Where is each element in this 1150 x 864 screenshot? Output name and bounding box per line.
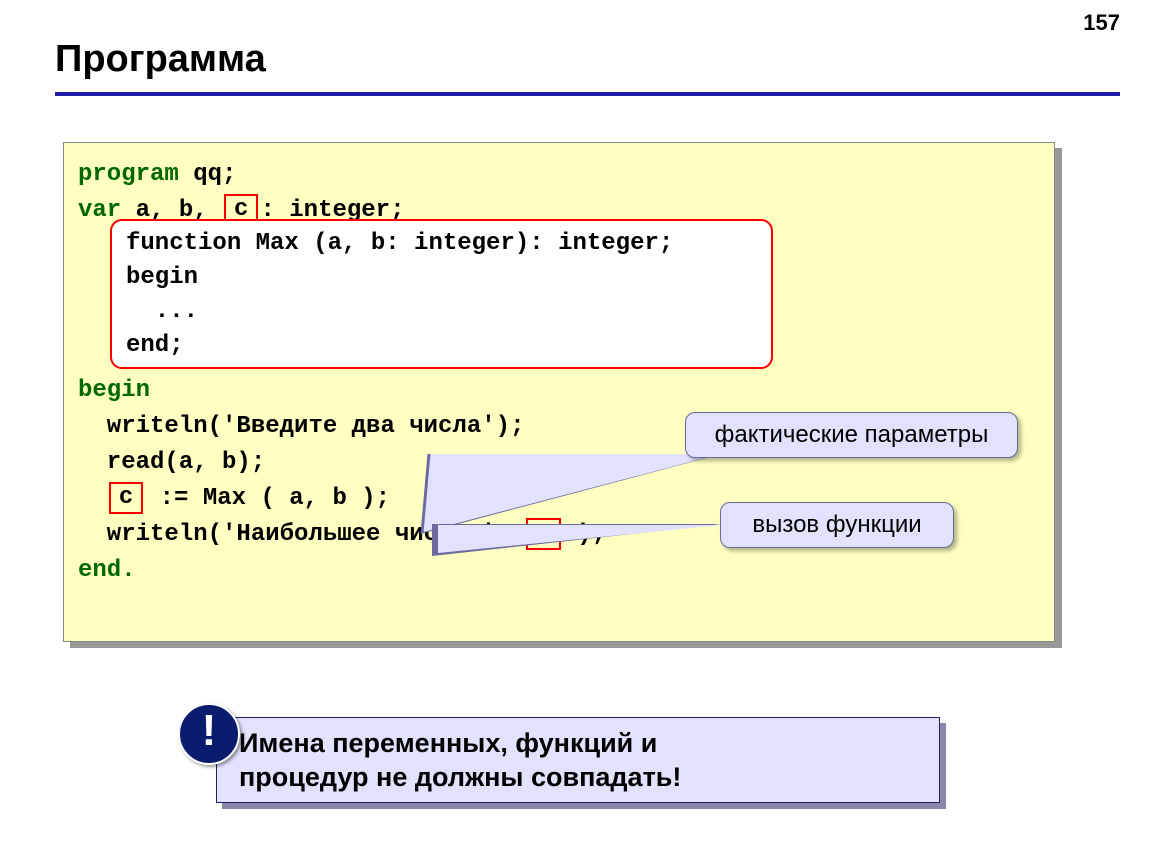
code-text: end; <box>126 332 184 359</box>
note-line: процедур не должны совпадать! <box>239 760 927 794</box>
note-line: Имена переменных, функций и <box>239 726 927 760</box>
page-title: Программа <box>55 38 266 81</box>
code-text: writeln('Введите два числа'); <box>78 413 524 440</box>
code-block: program qq; var a, b, c: integer; begin … <box>63 142 1055 642</box>
callout-pointer <box>424 454 721 532</box>
code-text: qq; <box>179 161 237 188</box>
callout-actual-params: фактические параметры <box>685 412 1018 458</box>
highlight-assign-c: c <box>109 482 143 514</box>
callout-function-call: вызов функции <box>720 502 954 548</box>
callout-pointer <box>438 525 722 553</box>
title-underline <box>55 92 1120 96</box>
code-text: := Max ( a, b ); <box>145 485 390 512</box>
exclamation-badge-icon: ! <box>178 703 240 765</box>
keyword-end: end. <box>78 557 136 584</box>
keyword-program: program <box>78 161 179 188</box>
page-number: 157 <box>1083 10 1120 36</box>
function-definition-box: function Max (a, b: integer): integer; b… <box>110 219 773 369</box>
note-box: Имена переменных, функций и процедур не … <box>216 717 940 803</box>
code-text: begin <box>126 264 198 291</box>
code-text: read(a, b); <box>78 449 265 476</box>
code-text: function Max (a, b: integer): integer; <box>126 230 673 257</box>
code-text: ... <box>126 298 198 325</box>
keyword-begin: begin <box>78 377 150 404</box>
